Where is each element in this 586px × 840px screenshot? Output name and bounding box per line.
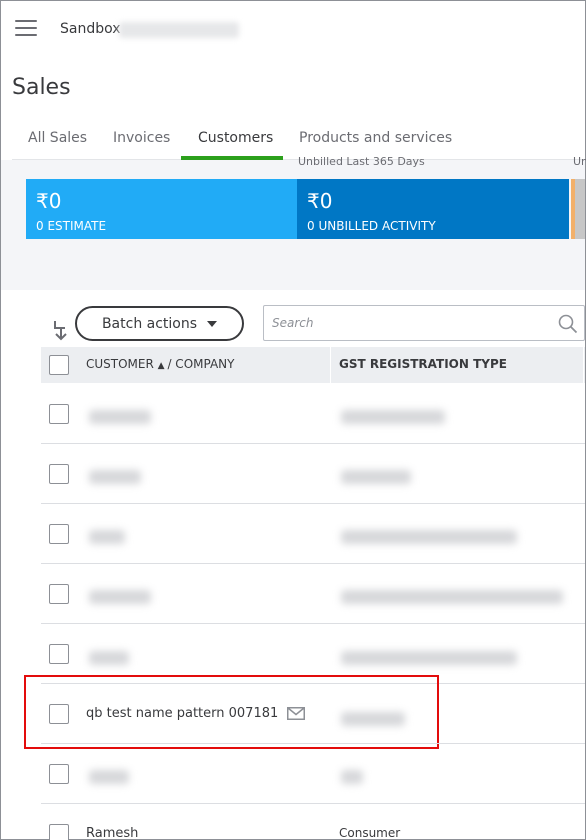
search-field[interactable] bbox=[263, 305, 585, 341]
row-checkbox[interactable] bbox=[49, 464, 69, 484]
estimate-stat-card[interactable]: ₹0 0 ESTIMATE bbox=[26, 179, 297, 239]
tab-all-sales[interactable]: All Sales bbox=[28, 130, 87, 146]
batch-actions-button[interactable]: Batch actions bbox=[75, 306, 244, 341]
column-divider bbox=[583, 347, 584, 383]
unbilled-caption: Unbilled Last 365 Days bbox=[298, 155, 425, 168]
customer-name-redacted bbox=[89, 651, 129, 665]
select-all-checkbox[interactable] bbox=[49, 355, 69, 375]
column-divider bbox=[330, 347, 331, 383]
customer-name[interactable]: Ramesh bbox=[86, 826, 138, 840]
page-title: Sales bbox=[12, 75, 71, 100]
sort-ascending-icon: ▲ bbox=[157, 361, 168, 371]
customer-header-label: CUSTOMER bbox=[86, 357, 154, 371]
company-header-label: / COMPANY bbox=[167, 357, 235, 371]
gst-type: Consumer bbox=[339, 826, 401, 840]
company-label: Sandbox bbox=[60, 21, 121, 37]
unbilled-amount: ₹0 bbox=[307, 189, 333, 213]
gst-type-redacted bbox=[341, 470, 411, 484]
unbilled-activity-stat-card[interactable]: ₹0 0 UNBILLED ACTIVITY bbox=[297, 179, 569, 239]
row-checkbox[interactable] bbox=[49, 584, 69, 604]
tab-products-and-services[interactable]: Products and services bbox=[299, 130, 452, 146]
row-checkbox[interactable] bbox=[49, 404, 69, 424]
sort-arrow-icon[interactable] bbox=[51, 319, 71, 343]
estimate-label: 0 ESTIMATE bbox=[36, 219, 107, 233]
customer-name-redacted bbox=[89, 770, 129, 784]
customer-name-redacted bbox=[89, 590, 151, 604]
row-checkbox[interactable] bbox=[49, 524, 69, 544]
gst-type-redacted bbox=[341, 590, 563, 604]
row-divider bbox=[41, 623, 585, 624]
unbilled-label: 0 UNBILLED ACTIVITY bbox=[307, 219, 436, 233]
row-checkbox[interactable] bbox=[49, 764, 69, 784]
row-divider bbox=[41, 563, 585, 564]
gst-type-redacted bbox=[341, 530, 517, 544]
estimate-amount: ₹0 bbox=[36, 189, 62, 213]
tab-customers[interactable]: Customers bbox=[198, 130, 273, 146]
hamburger-menu-icon[interactable] bbox=[15, 20, 37, 36]
gst-type-redacted bbox=[341, 770, 363, 784]
next-stat-card-edge[interactable] bbox=[571, 179, 585, 239]
caret-down-icon bbox=[207, 320, 218, 327]
highlight-box bbox=[24, 675, 439, 749]
gst-type-redacted bbox=[341, 410, 445, 424]
row-divider bbox=[41, 743, 585, 744]
company-name-redacted bbox=[119, 22, 239, 38]
search-input[interactable] bbox=[264, 306, 534, 340]
row-checkbox[interactable] bbox=[49, 644, 69, 664]
row-divider bbox=[41, 803, 585, 804]
tab-invoices[interactable]: Invoices bbox=[113, 130, 170, 146]
row-divider bbox=[41, 443, 585, 444]
column-header-gst-registration-type[interactable]: GST REGISTRATION TYPE bbox=[339, 357, 507, 371]
gst-type-redacted bbox=[341, 651, 517, 665]
column-header-customer[interactable]: CUSTOMER ▲ / COMPANY bbox=[86, 357, 234, 371]
customer-name-redacted bbox=[89, 470, 141, 484]
row-checkbox[interactable] bbox=[49, 824, 69, 840]
batch-actions-label: Batch actions bbox=[101, 315, 198, 332]
customer-name-redacted bbox=[89, 410, 151, 424]
unbilled-caption-truncated: Un bbox=[573, 155, 586, 168]
row-divider bbox=[41, 503, 585, 504]
search-icon[interactable] bbox=[558, 314, 578, 334]
customer-name-redacted bbox=[89, 530, 125, 544]
